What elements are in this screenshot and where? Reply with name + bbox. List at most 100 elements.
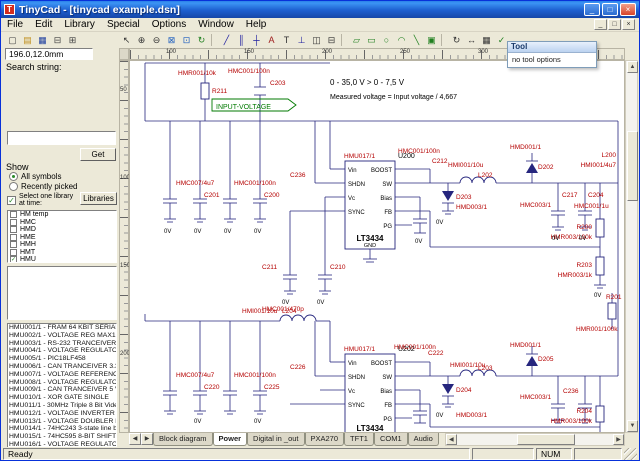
get-button[interactable]: Get	[80, 148, 116, 161]
mdi-minimize-button[interactable]: _	[594, 19, 607, 30]
component-list-item[interactable]: HMU001/1 - FRAM 64 KBIT SERIAL FM24...	[8, 324, 116, 332]
library-item-hmt[interactable]: HMT	[8, 249, 116, 257]
rotate-icon[interactable]: ↻	[449, 33, 464, 47]
tab-nav-right-icon[interactable]: ▶	[141, 433, 153, 445]
vertical-scroll-thumb[interactable]	[627, 131, 638, 201]
tool-popup-title[interactable]: Tool	[508, 42, 596, 53]
menu-edit[interactable]: Edit	[29, 18, 58, 31]
scroll-up-icon[interactable]: ▲	[627, 61, 638, 73]
zoom-window-icon[interactable]: ⊠	[164, 33, 179, 47]
maximize-button[interactable]: □	[602, 3, 618, 16]
library-item-hm-temp[interactable]: HM temp	[8, 211, 116, 219]
resize-grip[interactable]	[624, 448, 637, 460]
minimize-button[interactable]: _	[584, 3, 600, 16]
tab-power[interactable]: Power	[213, 433, 248, 446]
component-list-item[interactable]: HMU014/1 - 74HC243 3-state line buffer	[8, 425, 116, 433]
close-button[interactable]: ×	[620, 3, 636, 16]
open-icon[interactable]: ▤	[20, 33, 35, 47]
component-list-item[interactable]: HMU008/1 - VOLTAGE REGULATOR 5V	[8, 379, 116, 387]
scroll-right-icon[interactable]: ▶	[613, 434, 624, 445]
select-tool-icon[interactable]: ↖	[119, 33, 134, 47]
scroll-down-icon[interactable]: ▼	[627, 420, 638, 432]
tab-com1[interactable]: COM1	[374, 433, 408, 446]
radio-icon[interactable]	[9, 172, 18, 181]
text-tool-icon[interactable]: T	[279, 33, 294, 47]
tab-pxa270[interactable]: PXA270	[305, 433, 345, 446]
component-list-item[interactable]: HMU013/1 - VOLTAGE DOUBLER MAX6...	[8, 418, 116, 426]
component-list-item[interactable]: HMU004/1 - VOLTAGE REGULATOR MIC...	[8, 347, 116, 355]
library-checkbox-icon[interactable]	[10, 219, 17, 226]
library-item-hme[interactable]: HME	[8, 234, 116, 242]
save-icon[interactable]: ▦	[35, 33, 50, 47]
component-list[interactable]: HMU001/1 - FRAM 64 KBIT SERIAL FM24...HM…	[7, 323, 117, 461]
library-checkbox-icon[interactable]	[10, 234, 17, 241]
component-list-item[interactable]: HMU003/1 - RS-232 TRANCEIVER 3.3V	[8, 340, 116, 348]
component-list-item[interactable]: HMU010/1 - XOR GATE SINGLE	[8, 394, 116, 402]
scroll-left-icon[interactable]: ◀	[446, 434, 457, 445]
mdi-close-button[interactable]: ×	[622, 19, 635, 30]
menu-options[interactable]: Options	[146, 18, 192, 31]
horizontal-scrollbar[interactable]: ◀ ▶	[445, 433, 625, 446]
hierarchical-tool-icon[interactable]: ⊟	[324, 33, 339, 47]
image-tool-icon[interactable]: ▣	[424, 33, 439, 47]
library-checkbox-icon[interactable]	[10, 211, 17, 218]
checkbox-icon[interactable]: ✓	[7, 196, 16, 205]
wire-tool-icon[interactable]: ╱	[219, 33, 234, 47]
component-list-item[interactable]: HMU011/1 - 30MHz Triple 8 Bit Video DA..…	[8, 402, 116, 410]
power-tool-icon[interactable]: ⊥	[294, 33, 309, 47]
print-preview-icon[interactable]: ⊞	[65, 33, 80, 47]
arc-tool-icon[interactable]: ◠	[394, 33, 409, 47]
menu-help[interactable]: Help	[240, 18, 273, 31]
menu-special[interactable]: Special	[101, 18, 146, 31]
library-list[interactable]: HM tempHMCHMDHMEHMHHMT✓HMU	[7, 210, 117, 263]
component-list-item[interactable]: HMU015/1 - 74HC595 8-BIT SHIFT REG...	[8, 433, 116, 441]
select-one-library-checkbox[interactable]: ✓ Select one library at time:	[7, 193, 79, 207]
radio-icon[interactable]	[9, 182, 18, 191]
label-tool-icon[interactable]: A	[264, 33, 279, 47]
new-icon[interactable]: ▢	[5, 33, 20, 47]
tab-tft1[interactable]: TFT1	[344, 433, 374, 446]
print-icon[interactable]: ⊟	[50, 33, 65, 47]
component-list-item[interactable]: HMU002/1 - VOLTAGE REG MAX1616	[8, 332, 116, 340]
menu-window[interactable]: Window	[192, 18, 240, 31]
refresh-icon[interactable]: ↻	[194, 33, 209, 47]
zoom-in-icon[interactable]: ⊕	[134, 33, 149, 47]
library-checkbox-icon[interactable]	[10, 226, 17, 233]
block-icon[interactable]: ▦	[479, 33, 494, 47]
bus-tool-icon[interactable]: ║	[234, 33, 249, 47]
component-list-item[interactable]: HMU009/1 - CAN TRANCEIVER 5 V	[8, 386, 116, 394]
ellipse-tool-icon[interactable]: ○	[379, 33, 394, 47]
zoom-all-icon[interactable]: ⊡	[179, 33, 194, 47]
junction-tool-icon[interactable]: ┼	[249, 33, 264, 47]
library-item-hmu[interactable]: ✓HMU	[8, 256, 116, 263]
component-list-item[interactable]: HMU006/1 - CAN TRANCEIVER 3.3V SN...	[8, 363, 116, 371]
horizontal-scroll-thumb[interactable]	[517, 434, 575, 445]
line-tool-icon[interactable]: ╲	[409, 33, 424, 47]
library-item-hmd[interactable]: HMD	[8, 226, 116, 234]
radio-all-symbols[interactable]: All symbols	[9, 172, 61, 181]
mirror-icon[interactable]: ↔	[464, 33, 479, 47]
tab-nav-left-icon[interactable]: ◀	[129, 433, 141, 445]
library-checkbox-icon[interactable]	[10, 249, 17, 256]
mdi-restore-button[interactable]: □	[608, 19, 621, 30]
vertical-scrollbar[interactable]: ▲ ▼	[625, 60, 638, 433]
component-list-item[interactable]: HMU007/1 - VOLTAGE REFERENCE 2.5V	[8, 371, 116, 379]
tab-block-diagram[interactable]: Block diagram	[153, 433, 213, 446]
zoom-out-icon[interactable]: ⊖	[149, 33, 164, 47]
library-checkbox-icon[interactable]	[10, 241, 17, 248]
polygon-tool-icon[interactable]: ▱	[349, 33, 364, 47]
menu-file[interactable]: File	[1, 18, 29, 31]
component-list-item[interactable]: HMU005/1 - PIC18LF458	[8, 355, 116, 363]
schematic-canvas[interactable]: 0 - 35,0 V > 0 - 7,5 VMeasured voltage =…	[129, 60, 625, 433]
symbol-tool-icon[interactable]: ◫	[309, 33, 324, 47]
menu-library[interactable]: Library	[58, 18, 101, 31]
rectangle-tool-icon[interactable]: ▭	[364, 33, 379, 47]
library-item-hmc[interactable]: HMC	[8, 219, 116, 227]
libraries-button[interactable]: Libraries	[80, 192, 117, 205]
tab-digital-in-out[interactable]: Digital in _out	[247, 433, 304, 446]
tab-audio[interactable]: Audio	[408, 433, 439, 446]
library-item-hmh[interactable]: HMH	[8, 241, 116, 249]
search-input[interactable]	[7, 131, 116, 145]
radio-recently-picked[interactable]: Recently picked	[9, 182, 77, 191]
library-checkbox-icon[interactable]: ✓	[10, 256, 17, 263]
